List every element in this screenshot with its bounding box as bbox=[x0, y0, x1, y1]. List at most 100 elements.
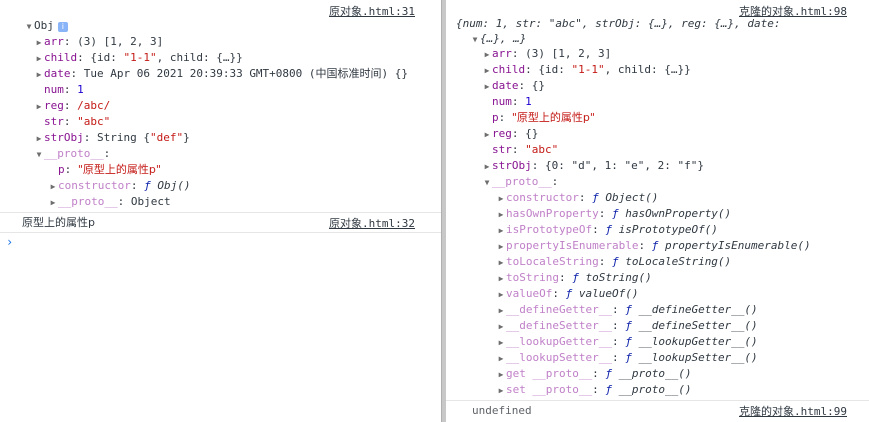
property-key: toLocaleString bbox=[506, 255, 599, 268]
object-summary: {num: 1, str: "abc", strObj: {…}, reg: {… bbox=[456, 16, 781, 32]
function-icon: ƒ bbox=[611, 255, 619, 268]
collapse-triangle-icon[interactable]: ▶ bbox=[496, 239, 506, 255]
property-row[interactable]: ▶ strObj: {0: "d", 1: "e", 2: "f"} bbox=[482, 158, 704, 174]
proto-method-row[interactable]: ▶ __defineGetter__: ƒ __defineGetter__() bbox=[496, 302, 758, 318]
property-key: date bbox=[492, 79, 519, 92]
property-key: str bbox=[492, 143, 512, 156]
property-value: , child: {…}} bbox=[156, 51, 243, 64]
proto-method-row[interactable]: ▶ toString: ƒ toString() bbox=[496, 270, 652, 286]
summary-text: {…}, …} bbox=[480, 32, 527, 45]
property-key: get __proto__ bbox=[506, 367, 593, 380]
collapse-triangle-icon[interactable]: ▶ bbox=[496, 271, 506, 287]
regex-value: /abc/ bbox=[77, 99, 111, 112]
property-row[interactable]: ▶ arr: (3) [1, 2, 3] bbox=[482, 46, 612, 63]
property-value: {} bbox=[525, 127, 539, 140]
proto-method-row[interactable]: ▶ __lookupSetter__: ƒ __lookupSetter__() bbox=[496, 350, 758, 366]
function-value: toString() bbox=[585, 271, 652, 284]
collapse-triangle-icon[interactable]: ▶ bbox=[496, 319, 506, 335]
return-value: undefined bbox=[472, 403, 532, 419]
collapse-triangle-icon[interactable]: ▶ bbox=[496, 255, 506, 271]
collapse-triangle-icon[interactable]: ▶ bbox=[482, 63, 492, 79]
collapse-triangle-icon[interactable]: ▶ bbox=[482, 79, 492, 95]
collapse-triangle-icon[interactable]: ▶ bbox=[34, 35, 44, 51]
property-row[interactable]: ▶ reg: {} bbox=[482, 126, 539, 143]
collapse-triangle-icon[interactable]: ▶ bbox=[496, 335, 506, 351]
property-key: constructor bbox=[506, 191, 579, 204]
property-key: __proto__ bbox=[44, 147, 104, 160]
property-row[interactable]: ▶ date: Tue Apr 06 2021 20:39:33 GMT+0800… bbox=[34, 66, 408, 82]
proto-method-row[interactable]: ▶ propertyIsEnumerable: ƒ propertyIsEnume… bbox=[496, 238, 811, 254]
info-icon[interactable]: i bbox=[57, 22, 68, 32]
property-row[interactable]: ▶ child: {id: "1-1", child: {…}} bbox=[482, 62, 691, 78]
property-row[interactable]: ▶ arr: (3) [1, 2, 3] bbox=[34, 34, 164, 51]
source-link[interactable]: 原对象.html:31 bbox=[329, 3, 415, 19]
property-row[interactable]: ▶ reg: /abc/ bbox=[34, 98, 111, 115]
property-key: reg bbox=[44, 99, 64, 112]
collapse-triangle-icon[interactable]: ▶ bbox=[496, 351, 506, 367]
source-link[interactable]: 原对象.html:32 bbox=[329, 215, 415, 231]
string-value: "1-1" bbox=[123, 51, 157, 64]
property-value: {0: "d", 1: "e", 2: "f"} bbox=[545, 159, 704, 172]
collapse-triangle-icon[interactable]: ▶ bbox=[482, 127, 492, 143]
property-row[interactable]: ▶ strObj: String {"def"} bbox=[34, 130, 190, 146]
property-row[interactable]: ▶ date: {} bbox=[482, 78, 545, 94]
collapse-triangle-icon[interactable]: ▶ bbox=[496, 191, 506, 207]
proto-method-row[interactable]: ▶ __lookupGetter__: ƒ __lookupGetter__() bbox=[496, 334, 758, 350]
collapse-triangle-icon[interactable]: ▶ bbox=[34, 131, 44, 147]
function-icon: ƒ bbox=[605, 223, 612, 236]
expand-triangle-icon[interactable]: ▼ bbox=[34, 147, 44, 163]
proto-method-row[interactable]: ▶ __defineSetter__: ƒ __defineSetter__() bbox=[496, 318, 758, 334]
proto-method-row[interactable]: ▶ isPrototypeOf: ƒ isPrototypeOf() bbox=[496, 222, 718, 238]
string-value: "abc" bbox=[77, 115, 111, 128]
number-value: 1 bbox=[77, 83, 84, 96]
collapse-triangle-icon[interactable]: ▶ bbox=[34, 67, 44, 83]
property-key: constructor bbox=[58, 179, 131, 192]
collapse-triangle-icon[interactable]: ▶ bbox=[496, 383, 506, 399]
property-value: } bbox=[183, 131, 190, 144]
collapse-triangle-icon[interactable]: ▶ bbox=[48, 179, 58, 195]
property-value: (3) [1, 2, 3] bbox=[77, 35, 164, 48]
collapse-triangle-icon[interactable]: ▶ bbox=[34, 99, 44, 115]
property-value: , child: {…}} bbox=[604, 63, 691, 76]
collapse-triangle-icon[interactable]: ▶ bbox=[482, 159, 492, 175]
property-row[interactable]: ▶ child: {id: "1-1", child: {…}} bbox=[34, 50, 243, 66]
collapse-triangle-icon[interactable]: ▶ bbox=[482, 47, 492, 63]
console-prompt[interactable]: › bbox=[6, 234, 13, 250]
collapse-triangle-icon[interactable]: ▶ bbox=[496, 207, 506, 223]
undefined-text: undefined bbox=[472, 404, 532, 417]
function-value: __defineGetter__() bbox=[638, 303, 758, 316]
proto-method-row[interactable]: ▶ get __proto__: ƒ __proto__() bbox=[496, 366, 692, 383]
object-summary[interactable]: ▼ {…}, …} bbox=[470, 31, 527, 48]
collapse-triangle-icon[interactable]: ▶ bbox=[496, 223, 506, 239]
proto-method-row[interactable]: ▶ toLocaleString: ƒ toLocaleString() bbox=[496, 254, 732, 271]
property-row[interactable]: ▶ constructor: ƒ Obj() bbox=[48, 178, 191, 195]
property-key: p bbox=[58, 163, 65, 176]
collapse-triangle-icon[interactable]: ▶ bbox=[48, 195, 58, 211]
object-header[interactable]: ▼ Obj i bbox=[24, 18, 68, 34]
proto-method-row[interactable]: ▶ set __proto__: ƒ __proto__() bbox=[496, 382, 692, 399]
message-divider bbox=[0, 232, 441, 233]
property-key: toString bbox=[506, 271, 559, 284]
proto-method-row[interactable]: ▶ hasOwnProperty: ƒ hasOwnProperty() bbox=[496, 206, 732, 223]
proto-method-row[interactable]: ▶ valueOf: ƒ valueOf() bbox=[496, 286, 639, 303]
property-key: p bbox=[492, 111, 499, 124]
property-key: child bbox=[44, 51, 78, 64]
expand-triangle-icon[interactable]: ▼ bbox=[482, 175, 492, 191]
right-console-panel: 克隆的对象.html:98 {num: 1, str: "abc", strOb… bbox=[446, 0, 869, 422]
function-icon: ƒ bbox=[625, 319, 632, 332]
collapse-triangle-icon[interactable]: ▶ bbox=[496, 367, 506, 383]
expand-triangle-icon[interactable]: ▼ bbox=[470, 32, 480, 48]
expand-triangle-icon[interactable]: ▼ bbox=[24, 19, 34, 35]
proto-method-row[interactable]: ▶ constructor: ƒ Object() bbox=[496, 190, 659, 207]
property-row[interactable]: ▶ __proto__: Object bbox=[48, 194, 171, 210]
collapse-triangle-icon[interactable]: ▶ bbox=[34, 51, 44, 67]
proto-row[interactable]: ▼ __proto__: bbox=[482, 174, 559, 191]
source-link[interactable]: 克隆的对象.html:99 bbox=[739, 403, 847, 419]
proto-row[interactable]: ▼ __proto__: bbox=[34, 146, 111, 163]
left-console-panel: 原对象.html:31 ▼ Obj i ▶ arr: (3) [1, 2, 3] ▶ c… bbox=[0, 0, 441, 422]
property-value: Object bbox=[130, 195, 171, 208]
function-icon: ƒ bbox=[611, 207, 619, 220]
collapse-triangle-icon[interactable]: ▶ bbox=[496, 303, 506, 319]
collapse-triangle-icon[interactable]: ▶ bbox=[496, 287, 506, 303]
number-value: 1 bbox=[525, 95, 532, 108]
